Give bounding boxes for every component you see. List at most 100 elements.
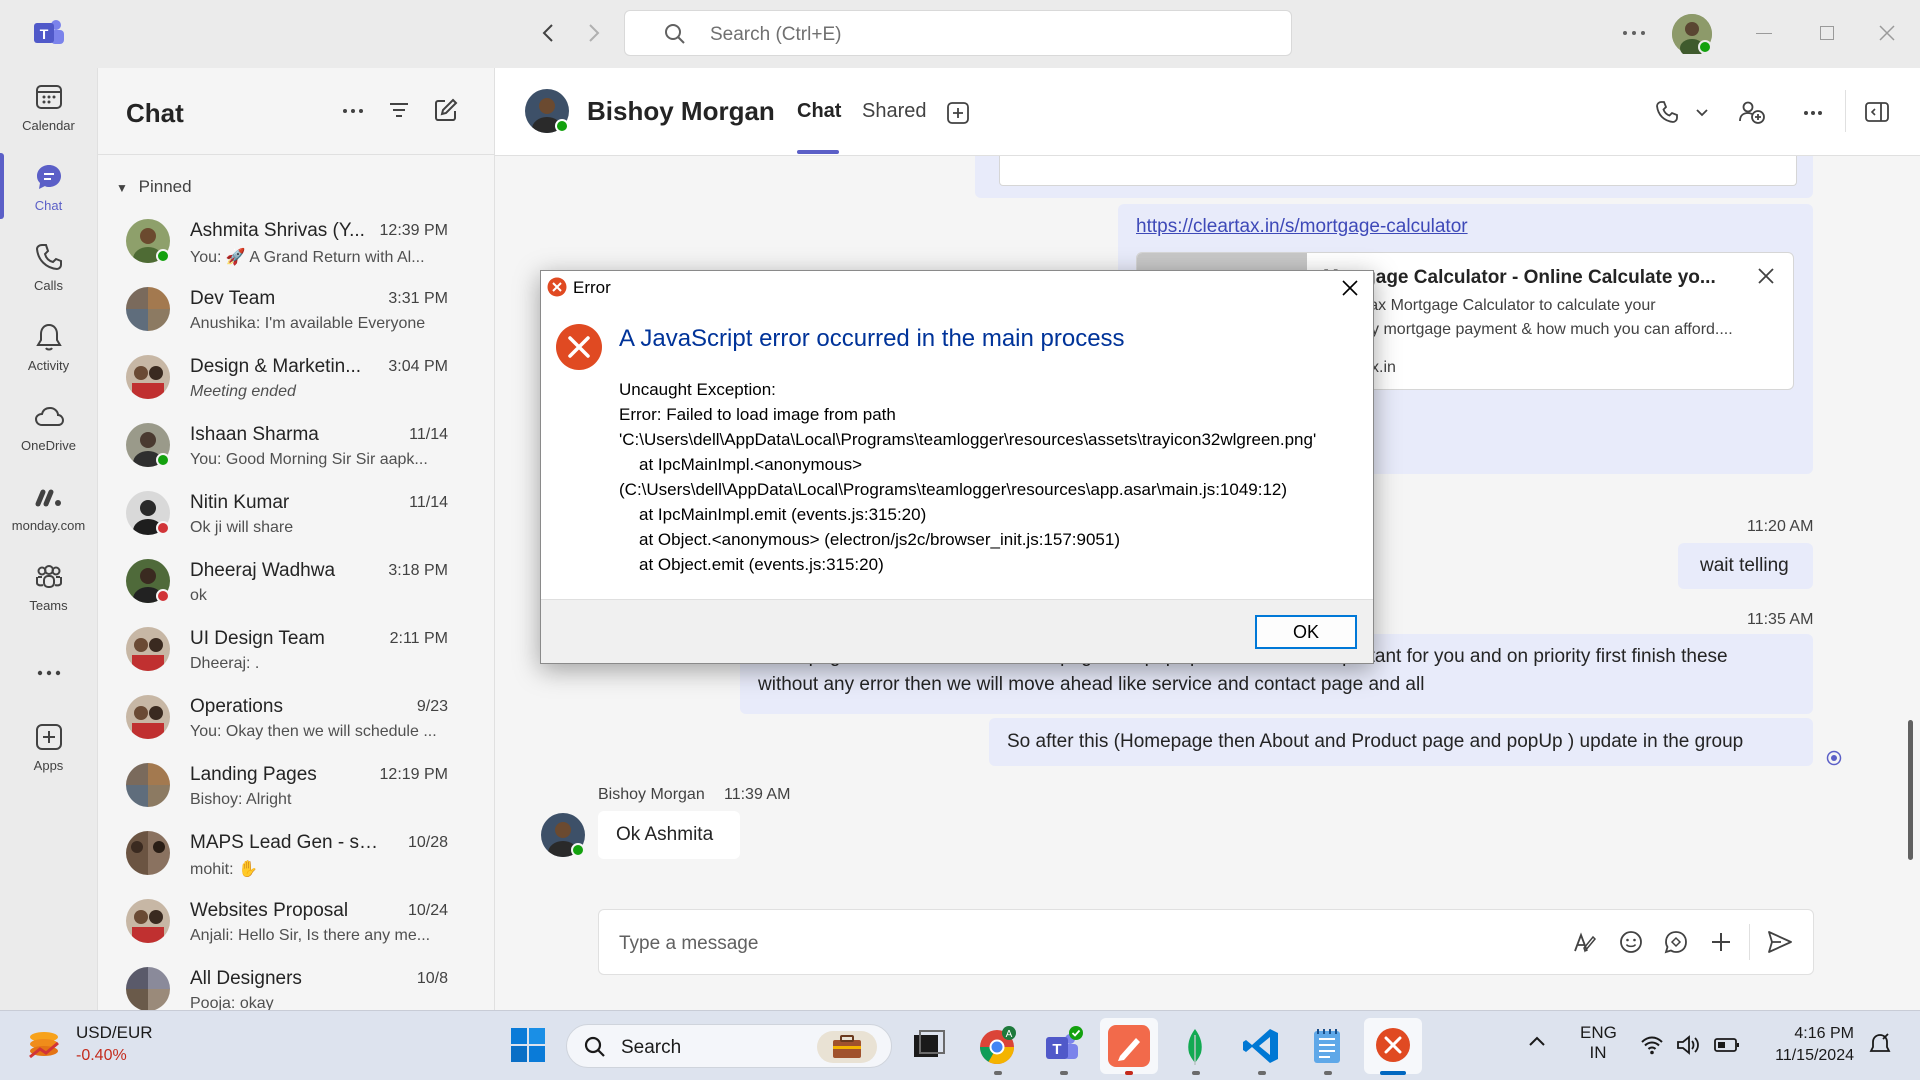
- rail-item-teams[interactable]: Teams: [0, 562, 97, 636]
- more-options-icon[interactable]: [1803, 110, 1823, 116]
- chat-preview: Bishoy: Alright: [190, 791, 292, 808]
- chat-list-item[interactable]: Websites Proposal 10/24 Anjali: Hello Si…: [98, 889, 494, 957]
- mongodb-icon[interactable]: [1174, 1025, 1216, 1067]
- rail-item-activity[interactable]: Activity: [0, 322, 97, 396]
- filter-icon[interactable]: [388, 100, 410, 120]
- new-chat-icon[interactable]: [434, 98, 458, 122]
- calendar-icon: [34, 82, 64, 112]
- chat-list-item[interactable]: UI Design Team 2:11 PM Dheeraj: .: [98, 617, 494, 685]
- chat-time: 11/14: [409, 426, 448, 443]
- vscode-icon[interactable]: [1240, 1025, 1282, 1067]
- caret-down-icon: ▼: [116, 181, 128, 195]
- teams-logo-icon[interactable]: T: [32, 18, 66, 48]
- chat-time: 10/8: [416, 970, 448, 987]
- maximize-icon[interactable]: [1820, 26, 1834, 40]
- rail-item-calls[interactable]: Calls: [0, 242, 97, 316]
- battery-icon[interactable]: [1714, 1037, 1740, 1053]
- group-avatar: [126, 627, 170, 671]
- chat-list-item[interactable]: Dheeraj Wadhwa 3:18 PM ok: [98, 549, 494, 617]
- close-window-icon[interactable]: [1878, 24, 1896, 42]
- running-indicator: [1060, 1071, 1068, 1075]
- group-avatar: [126, 967, 170, 1010]
- more-options-icon[interactable]: [342, 108, 364, 114]
- forward-icon[interactable]: [586, 22, 602, 44]
- tab-shared[interactable]: Shared: [862, 100, 927, 123]
- more-options-icon[interactable]: [1622, 30, 1646, 36]
- chat-list-item[interactable]: Operations 9/23 You: Okay then we will s…: [98, 685, 494, 753]
- send-icon[interactable]: [1767, 930, 1793, 954]
- add-apps-icon: [34, 722, 64, 752]
- profile-avatar[interactable]: [1672, 14, 1712, 54]
- close-dialog-icon[interactable]: [1341, 279, 1359, 297]
- chevron-down-icon[interactable]: [1695, 108, 1709, 118]
- read-receipt-icon: [1826, 750, 1842, 766]
- message-text: So after this (Homepage then About and P…: [1007, 731, 1744, 752]
- widget-title[interactable]: USD/EUR: [76, 1023, 153, 1043]
- stocks-widget-icon[interactable]: [24, 1025, 64, 1065]
- presence-available-icon: [156, 453, 170, 467]
- minimize-icon[interactable]: [1756, 33, 1772, 34]
- error-line: at Object.emit (events.js:315:20): [639, 555, 884, 574]
- chat-list-item[interactable]: Design & Marketin... 3:04 PM Meeting end…: [98, 345, 494, 413]
- tab-chat[interactable]: Chat: [797, 100, 841, 123]
- volume-icon[interactable]: [1676, 1035, 1702, 1055]
- compose-placeholder: Type a message: [619, 933, 759, 954]
- widget-value: -0.40%: [76, 1047, 127, 1064]
- error-app-taskbar-icon[interactable]: [1364, 1018, 1422, 1074]
- chat-list-item[interactable]: Dev Team 3:31 PM Anushika: I'm available…: [98, 277, 494, 345]
- chat-name: Nitin Kumar: [190, 492, 290, 513]
- chat-list-item[interactable]: All Designers 10/8 Pooja: okay: [98, 957, 494, 1010]
- call-icon[interactable]: [1655, 100, 1679, 124]
- chevron-up-icon[interactable]: [1528, 1035, 1546, 1047]
- group-avatar: [126, 287, 170, 331]
- system-clock[interactable]: 4:16 PM 11/15/2024: [1754, 1023, 1854, 1067]
- back-icon[interactable]: [540, 22, 556, 44]
- close-icon[interactable]: [1757, 267, 1775, 285]
- emoji-icon[interactable]: [1619, 930, 1643, 954]
- teams-taskbar-icon[interactable]: T: [1042, 1025, 1084, 1067]
- add-tab-icon[interactable]: [947, 102, 969, 124]
- task-view-icon[interactable]: [908, 1025, 950, 1067]
- windows-taskbar: USD/EUR -0.40% Search A T ENG IN 4:16 PM…: [0, 1010, 1920, 1080]
- format-icon[interactable]: [1573, 930, 1597, 954]
- chrome-icon[interactable]: A: [976, 1025, 1018, 1067]
- chat-list-title: Chat: [126, 98, 184, 128]
- rail-label-teams: Teams: [29, 598, 68, 613]
- rail-item-chat[interactable]: Chat: [0, 162, 97, 236]
- ok-button[interactable]: OK: [1255, 615, 1357, 649]
- message-link[interactable]: https://cleartax.in/s/mortgage-calculato…: [1136, 216, 1468, 238]
- message-bubble: wait telling: [1678, 543, 1813, 589]
- scrollbar-thumb[interactable]: [1908, 720, 1913, 860]
- taskbar-search[interactable]: Search: [566, 1024, 892, 1068]
- rail-item-more[interactable]: [0, 658, 97, 698]
- message-timestamp: 11:39 AM: [724, 786, 791, 803]
- rail-item-calendar[interactable]: Calendar: [0, 82, 97, 156]
- pinned-section-toggle[interactable]: ▼ Pinned: [116, 177, 192, 197]
- rail-item-apps[interactable]: Apps: [0, 722, 97, 796]
- chat-name: Ashmita Shrivas (Y...: [190, 220, 365, 241]
- rail-item-monday[interactable]: monday.com: [0, 482, 97, 556]
- rail-item-onedrive[interactable]: OneDrive: [0, 402, 97, 476]
- chat-preview: Pooja: okay: [190, 995, 274, 1010]
- add-attachment-icon[interactable]: [1709, 930, 1733, 954]
- add-people-icon[interactable]: [1739, 100, 1765, 124]
- open-side-panel-icon[interactable]: [1865, 102, 1889, 122]
- chat-list-item[interactable]: MAPS Lead Gen - soc... 10/28 mohit: ✋: [98, 821, 494, 889]
- notepad-icon[interactable]: [1306, 1025, 1348, 1067]
- chat-preview: Ok ji will share: [190, 519, 294, 536]
- taskbar-active-app[interactable]: [1100, 1018, 1158, 1074]
- chat-list-item[interactable]: Nitin Kumar 11/14 Ok ji will share: [98, 481, 494, 549]
- chat-time: 2:11 PM: [389, 630, 448, 647]
- notification-icon[interactable]: [1868, 1033, 1892, 1057]
- search-input[interactable]: Search (Ctrl+E): [624, 10, 1292, 56]
- active-app-indicator: [1380, 1071, 1406, 1075]
- chat-list-item[interactable]: Landing Pages 12:19 PM Bishoy: Alright: [98, 753, 494, 821]
- chat-list-item[interactable]: Ashmita Shrivas (Y... 12:39 PM You: 🚀 A …: [98, 209, 494, 277]
- chat-list-item[interactable]: Ishaan Sharma 11/14 You: Good Morning Si…: [98, 413, 494, 481]
- briefcase-icon: [817, 1031, 877, 1063]
- loop-icon[interactable]: [1664, 930, 1688, 954]
- language-indicator[interactable]: ENG IN: [1580, 1023, 1617, 1063]
- wifi-icon[interactable]: [1640, 1035, 1664, 1055]
- windows-start-icon[interactable]: [508, 1025, 550, 1067]
- message-compose-box[interactable]: Type a message: [598, 909, 1814, 975]
